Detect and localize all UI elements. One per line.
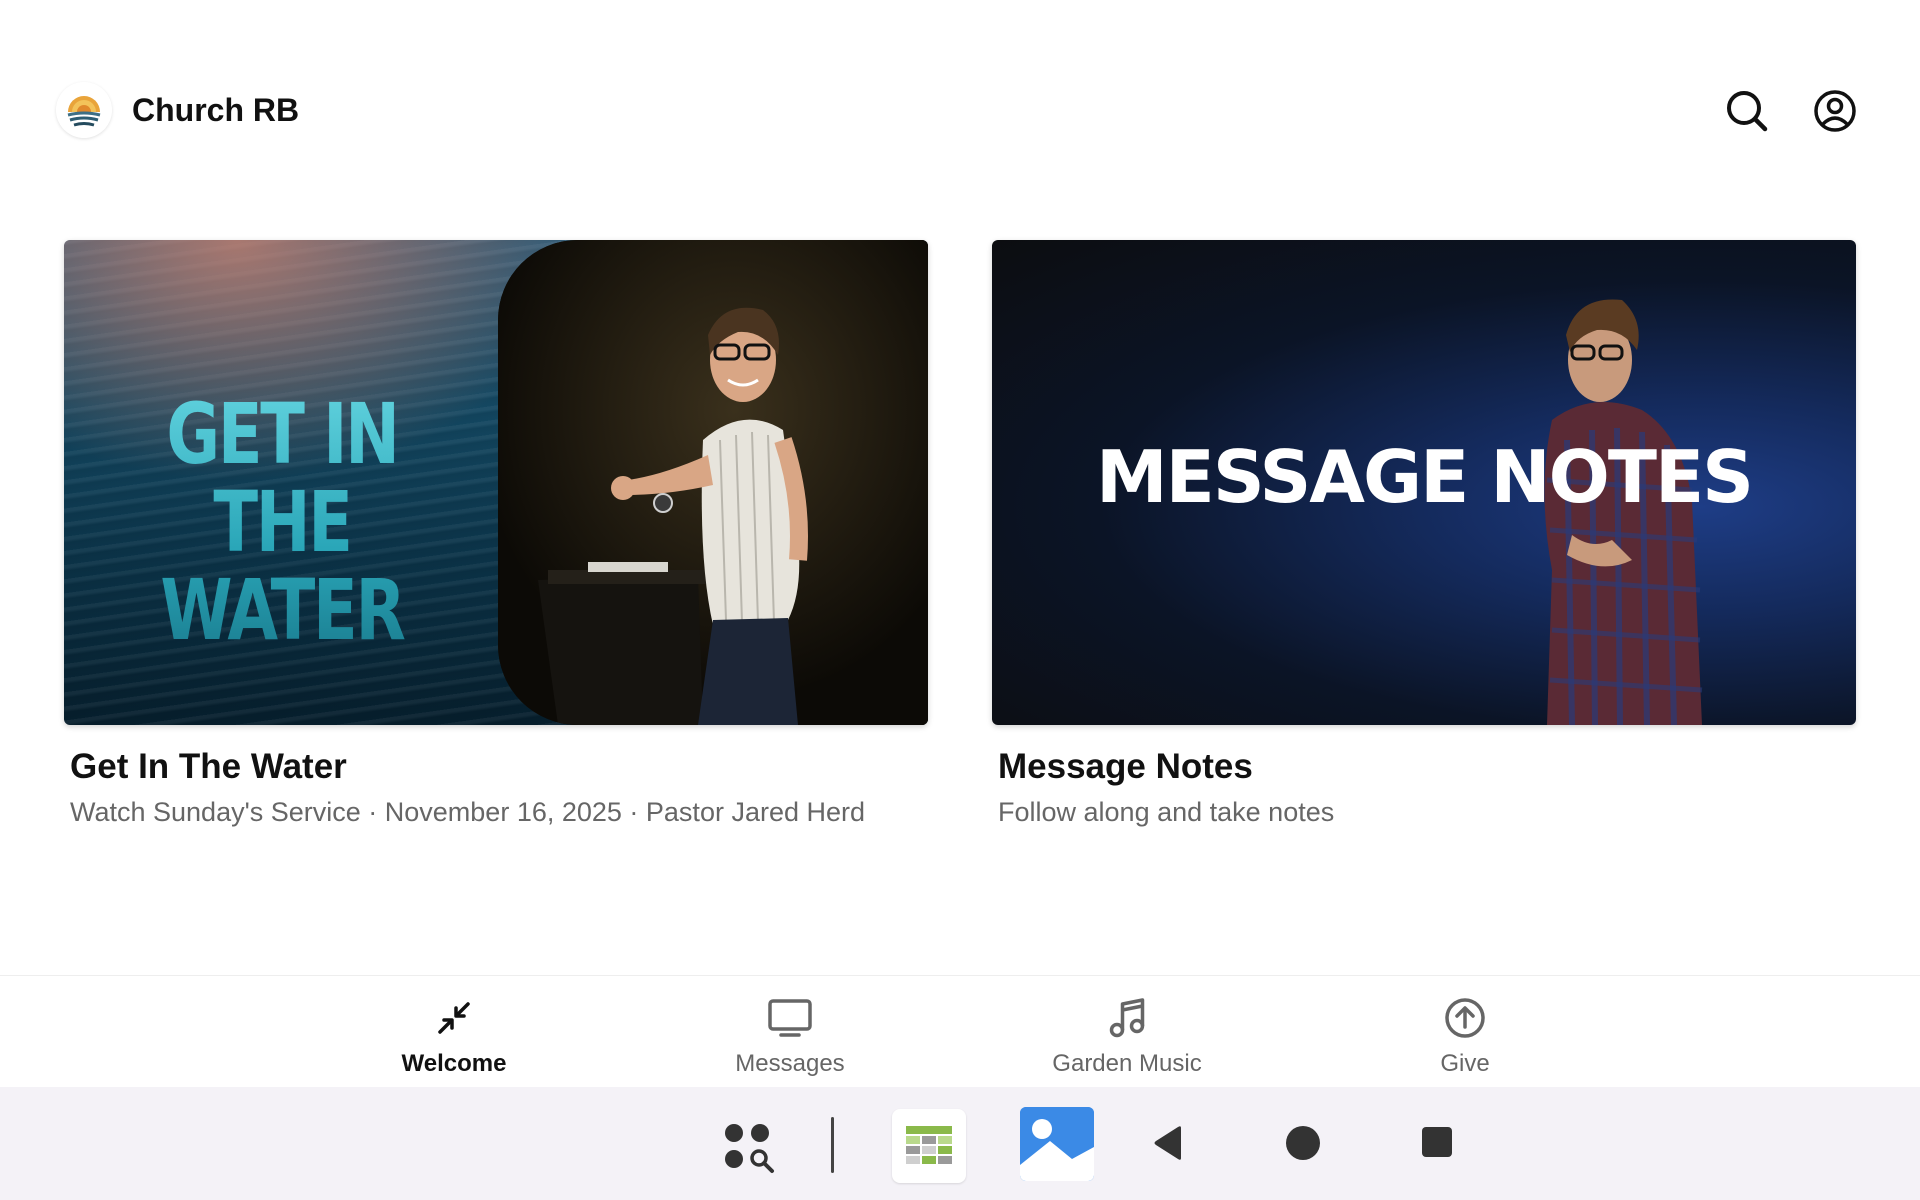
account-button[interactable] (1810, 86, 1860, 136)
taskbar-divider (831, 1117, 834, 1173)
search-icon (1727, 91, 1768, 132)
home-icon[interactable] (1283, 1123, 1323, 1163)
card-get-in-the-water[interactable]: GET IN THE WATER Get In The Water Watch … (64, 240, 928, 828)
app-title: Church RB (132, 92, 300, 128)
card-title: Message Notes (998, 747, 1253, 786)
bottom-tab-bar: Welcome Messages Garden Music Give (0, 975, 1920, 1087)
collapse-arrows-icon (430, 994, 478, 1042)
thumbnail-title-text: GET IN THE WATER (134, 390, 430, 654)
card-message-notes[interactable]: MESSAGE NOTES Message Notes Follow along… (992, 240, 1856, 828)
account-circle-icon (1814, 90, 1856, 132)
card-title: Get In The Water (70, 747, 347, 786)
tab-garden-music[interactable]: Garden Music (1017, 976, 1237, 1088)
thumbnail-title-text: MESSAGE NOTES (1096, 435, 1754, 519)
card-thumbnail[interactable]: MESSAGE NOTES (992, 240, 1856, 725)
tab-label: Garden Music (1052, 1050, 1202, 1077)
music-note-icon (1103, 994, 1151, 1042)
arrow-up-circle-icon (1441, 994, 1489, 1042)
church-logo-icon[interactable] (56, 82, 112, 138)
app-header: Church RB (0, 0, 1920, 190)
sheets-app-icon[interactable] (892, 1109, 966, 1183)
recents-icon[interactable] (1420, 1125, 1454, 1159)
search-button[interactable] (1722, 86, 1772, 136)
tab-welcome[interactable]: Welcome (344, 976, 564, 1088)
app-drawer-search-icon[interactable] (718, 1117, 782, 1181)
tab-label: Welcome (401, 1050, 507, 1077)
back-icon[interactable] (1148, 1123, 1188, 1163)
tab-give[interactable]: Give (1355, 976, 1575, 1088)
tab-messages[interactable]: Messages (680, 976, 900, 1088)
card-subtitle: Watch Sunday's Service · November 16, 20… (70, 797, 866, 827)
card-subtitle: Follow along and take notes (998, 797, 1335, 827)
monitor-icon (766, 994, 814, 1042)
tab-label: Messages (735, 1050, 845, 1077)
tab-label: Give (1440, 1050, 1490, 1077)
card-thumbnail[interactable]: GET IN THE WATER (64, 240, 928, 725)
gallery-app-icon[interactable] (1020, 1107, 1094, 1181)
system-navigation-bar (0, 1087, 1920, 1200)
pastor-photo (498, 240, 928, 725)
